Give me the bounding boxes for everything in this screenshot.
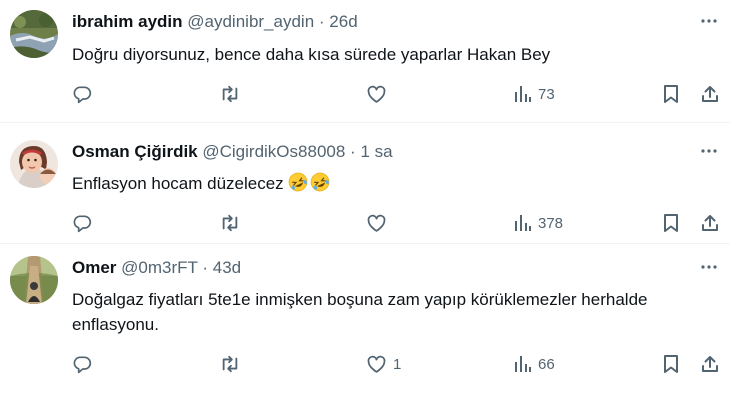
avatar[interactable] xyxy=(10,256,58,304)
more-icon[interactable] xyxy=(698,140,720,162)
tweet-text: Doğru diyorsunuz, bence daha kısa sürede… xyxy=(72,45,551,64)
more-icon[interactable] xyxy=(698,256,720,278)
share-button[interactable] xyxy=(700,350,720,378)
like-button[interactable] xyxy=(366,80,393,108)
separator: · xyxy=(202,258,209,277)
retweet-icon xyxy=(222,85,238,103)
share-button[interactable] xyxy=(700,80,720,108)
views-button[interactable]: 378 xyxy=(514,209,563,237)
share-icon xyxy=(702,215,718,231)
avatar-image xyxy=(10,10,58,58)
tweet[interactable]: Omer @0m3rFT · 43d Doğalgaz fiyatları 5t… xyxy=(0,244,730,420)
share-button[interactable] xyxy=(700,209,720,237)
reply-icon xyxy=(73,215,92,233)
handle[interactable]: @aydinibr_aydin xyxy=(187,12,314,31)
views-count: 378 xyxy=(538,214,564,232)
like-button[interactable] xyxy=(366,209,393,237)
action-bar: 1 66 xyxy=(0,350,730,378)
timestamp[interactable]: 43d xyxy=(213,258,241,277)
like-icon xyxy=(367,85,386,103)
display-name[interactable]: Osman Çiğirdik xyxy=(72,142,198,161)
share-icon xyxy=(702,86,718,102)
avatar-image xyxy=(10,140,58,188)
rolling-on-floor-laughing-emoji xyxy=(289,172,308,192)
retweet-button[interactable] xyxy=(219,80,241,108)
like-count: 1 xyxy=(393,355,402,373)
tweet-text-body: Enflasyon hocam düzelecez xyxy=(72,174,284,193)
handle[interactable]: @CigirdikOs88008 xyxy=(202,142,345,161)
more-icon[interactable] xyxy=(698,10,720,32)
bookmark-button[interactable] xyxy=(662,209,680,237)
action-bar: 378 xyxy=(0,209,730,237)
display-name[interactable]: ibrahim aydin xyxy=(72,12,183,31)
action-bar: 73 xyxy=(0,80,730,108)
reply-button[interactable] xyxy=(72,209,92,237)
bookmark-icon xyxy=(664,85,678,103)
retweet-icon xyxy=(222,214,238,232)
avatar[interactable] xyxy=(10,140,58,188)
bookmark-button[interactable] xyxy=(662,80,680,108)
tweet[interactable]: ibrahim aydin @aydinibr_aydin · 26d Doğr… xyxy=(0,0,730,123)
handle[interactable]: @0m3rFT xyxy=(121,258,197,277)
timestamp[interactable]: 26d xyxy=(329,12,357,31)
avatar-image xyxy=(10,256,58,304)
separator: · xyxy=(318,12,325,31)
tweet-text: Doğalgaz fiyatları 5te1e inmişken boşuna… xyxy=(72,290,648,334)
retweet-icon xyxy=(222,355,238,373)
bookmark-icon xyxy=(664,214,678,232)
reply-icon xyxy=(73,86,92,104)
retweet-button[interactable] xyxy=(219,209,241,237)
avatar[interactable] xyxy=(10,10,58,58)
tweet-header: Omer @0m3rFT · 43d xyxy=(72,257,690,279)
views-button[interactable]: 73 xyxy=(514,80,555,108)
like-icon xyxy=(367,214,386,232)
tweet[interactable]: Osman Çiğirdik @CigirdikOs88008 · 1 sa E… xyxy=(0,123,730,244)
separator: · xyxy=(350,142,356,161)
views-icon xyxy=(515,215,531,231)
views-icon xyxy=(515,356,531,372)
views-icon xyxy=(515,86,531,102)
bookmark-icon xyxy=(664,355,678,373)
reply-icon xyxy=(73,356,92,374)
reply-button[interactable] xyxy=(72,350,92,378)
timestamp[interactable]: 1 sa xyxy=(360,142,392,161)
share-icon xyxy=(702,356,718,372)
tweet-header: Osman Çiğirdik @CigirdikOs88008 · 1 sa xyxy=(72,141,690,163)
tweet-header: ibrahim aydin @aydinibr_aydin · 26d xyxy=(72,11,690,33)
display-name[interactable]: Omer xyxy=(72,258,116,277)
retweet-button[interactable] xyxy=(219,350,241,378)
views-count: 73 xyxy=(538,85,555,103)
views-button[interactable]: 66 xyxy=(514,350,555,378)
bookmark-button[interactable] xyxy=(662,350,680,378)
tweet-text: Enflasyon hocam düzelecez xyxy=(72,171,710,196)
like-icon xyxy=(367,355,386,373)
rolling-on-floor-laughing-emoji xyxy=(311,172,330,192)
reply-feed: ibrahim aydin @aydinibr_aydin · 26d Doğr… xyxy=(0,0,730,420)
reply-button[interactable] xyxy=(72,80,92,108)
views-count: 66 xyxy=(538,355,555,373)
like-button[interactable]: 1 xyxy=(366,350,401,378)
